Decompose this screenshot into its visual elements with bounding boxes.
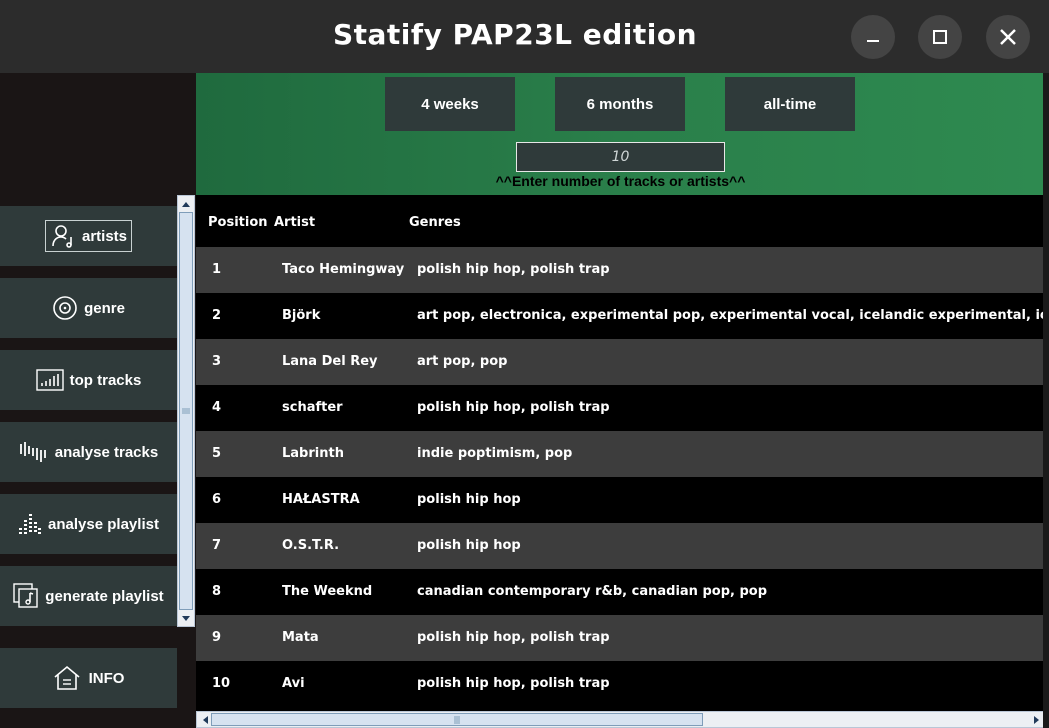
sidebar-item-analyse-tracks[interactable]: analyse tracks (0, 422, 177, 482)
range-6-months-button[interactable]: 6 months (555, 77, 685, 131)
cell-artist: O.S.T.R. (282, 538, 340, 553)
table-row[interactable]: 10 Avi polish hip hop, polish trap (196, 661, 1043, 707)
range-all-time-button[interactable]: all-time (725, 77, 855, 131)
table-horizontal-scrollbar[interactable] (196, 711, 1045, 728)
cell-genres: canadian contemporary r&b, canadian pop,… (417, 584, 768, 599)
bar-chart-icon (35, 369, 64, 391)
cell-position: 4 (212, 400, 222, 415)
table-row[interactable]: 6 HAŁASTRA polish hip hop (196, 477, 1043, 523)
cell-genres: art pop, pop (417, 354, 508, 369)
sidebar-item-label: artists (81, 227, 128, 245)
home-info-icon (53, 665, 81, 691)
sidebar-scroll-thumb[interactable] (179, 212, 193, 610)
info-button[interactable]: INFO (0, 648, 177, 708)
cell-genres: indie poptimism, pop (417, 446, 573, 461)
sidebar-item-label: analyse tracks (54, 443, 159, 461)
cell-artist: The Weeknd (282, 584, 373, 599)
time-range-panel: 4 weeks 6 months all-time 10 ^^Enter num… (196, 73, 1045, 195)
equalizer-icon (18, 512, 42, 536)
sidebar-item-label: top tracks (69, 371, 142, 389)
minimize-icon (867, 40, 879, 42)
cell-genres: polish hip hop, polish trap (417, 400, 610, 415)
sidebar-item-generate-playlist[interactable]: generate playlist (0, 566, 177, 626)
cell-position: 10 (212, 676, 231, 691)
count-input[interactable]: 10 (516, 142, 725, 172)
count-hint: ^^Enter number of tracks or artists^^ (495, 173, 746, 189)
table-row[interactable]: 2 Björk art pop, electronica, experiment… (196, 293, 1043, 339)
cell-position: 3 (212, 354, 222, 369)
table-scroll-thumb[interactable] (211, 713, 703, 726)
cell-position: 7 (212, 538, 222, 553)
cell-artist: Avi (282, 676, 305, 691)
cell-genres: polish hip hop, polish trap (417, 676, 610, 691)
cell-artist: Lana Del Rey (282, 354, 378, 369)
scroll-up-arrow[interactable] (178, 197, 194, 211)
cell-artist: Björk (282, 308, 321, 323)
cell-position: 6 (212, 492, 222, 507)
header-position[interactable]: Position (208, 215, 268, 230)
title-bar: Statify PAP23L edition (0, 0, 1049, 73)
cell-artist: Taco Hemingway (282, 262, 405, 277)
sidebar-scrollbar[interactable] (177, 195, 195, 627)
cell-position: 9 (212, 630, 222, 645)
cell-genres: polish hip hop, polish trap (417, 630, 610, 645)
table-row[interactable]: 3 Lana Del Rey art pop, pop (196, 339, 1043, 385)
close-button[interactable] (986, 15, 1030, 59)
scroll-down-arrow[interactable] (178, 612, 194, 626)
sidebar-item-label: generate playlist (45, 587, 164, 605)
close-icon (1000, 29, 1016, 45)
cell-artist: Labrinth (282, 446, 344, 461)
range-4-weeks-button[interactable]: 4 weeks (385, 77, 515, 131)
artists-table: Position Artist Genres 1 Taco Hemingway … (196, 195, 1043, 711)
table-row[interactable]: 9 Mata polish hip hop, polish trap (196, 615, 1043, 661)
vinyl-icon (52, 295, 78, 321)
scroll-left-arrow[interactable] (198, 712, 212, 727)
header-genres[interactable]: Genres (409, 215, 461, 230)
cell-position: 1 (212, 262, 222, 277)
table-row[interactable]: 8 The Weeknd canadian contemporary r&b, … (196, 569, 1043, 615)
header-artist[interactable]: Artist (274, 215, 315, 230)
artist-icon (50, 223, 76, 249)
cell-genres: polish hip hop (417, 538, 521, 553)
window-right-edge (1043, 73, 1049, 728)
table-row[interactable]: 1 Taco Hemingway polish hip hop, polish … (196, 247, 1043, 293)
playlist-icon (13, 583, 39, 609)
cell-artist: HAŁASTRA (282, 492, 360, 507)
sidebar-item-genre[interactable]: genre (0, 278, 177, 338)
sidebar-item-label: analyse playlist (48, 515, 159, 533)
cell-genres: art pop, electronica, experimental pop, … (417, 308, 1043, 323)
table-row[interactable]: 7 O.S.T.R. polish hip hop (196, 523, 1043, 569)
info-label: INFO (88, 669, 125, 687)
waveform-icon (19, 440, 49, 464)
cell-genres: polish hip hop (417, 492, 521, 507)
sidebar-item-label: genre (84, 299, 125, 317)
sidebar-item-artists[interactable]: artists (0, 206, 177, 266)
minimize-button[interactable] (851, 15, 895, 59)
table-header: Position Artist Genres (196, 195, 1043, 247)
table-row[interactable]: 5 Labrinth indie poptimism, pop (196, 431, 1043, 477)
cell-position: 5 (212, 446, 222, 461)
table-row[interactable]: 4 schafter polish hip hop, polish trap (196, 385, 1043, 431)
cell-position: 8 (212, 584, 222, 599)
maximize-icon (933, 30, 947, 44)
sidebar-item-artists-focus: artists (44, 220, 133, 252)
maximize-button[interactable] (918, 15, 962, 59)
cell-artist: schafter (282, 400, 343, 415)
cell-artist: Mata (282, 630, 319, 645)
cell-position: 2 (212, 308, 222, 323)
sidebar-item-analyse-playlist[interactable]: analyse playlist (0, 494, 177, 554)
sidebar-item-top-tracks[interactable]: top tracks (0, 350, 177, 410)
cell-genres: polish hip hop, polish trap (417, 262, 610, 277)
scroll-right-arrow[interactable] (1030, 712, 1044, 727)
